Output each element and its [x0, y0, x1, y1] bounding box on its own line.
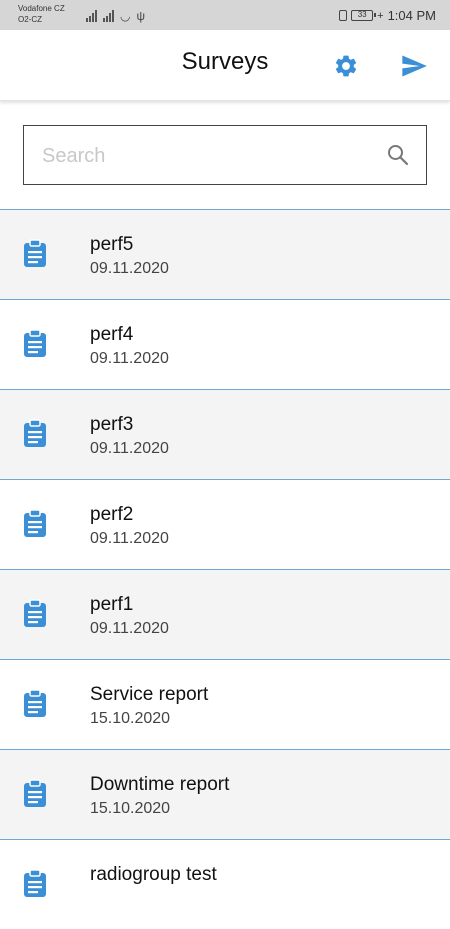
- survey-date: 09.11.2020: [90, 620, 169, 637]
- send-button[interactable]: [400, 52, 428, 80]
- survey-date: 15.10.2020: [90, 800, 171, 817]
- vibrate-icon: [339, 10, 348, 21]
- list-item[interactable]: perf2 09.11.2020: [0, 479, 450, 569]
- survey-date: 09.11.2020: [90, 350, 169, 367]
- carrier-info: Vodafone CZ O2-CZ: [18, 3, 65, 25]
- send-icon: [402, 55, 427, 77]
- battery-icon: 33: [351, 10, 377, 21]
- survey-name: perf1: [90, 594, 134, 615]
- status-icons-left: ◡ ψ: [86, 8, 145, 22]
- page-title: Surveys: [181, 48, 269, 75]
- gear-icon: [335, 55, 357, 77]
- settings-button[interactable]: [332, 52, 360, 80]
- search-input[interactable]: [40, 138, 374, 174]
- status-icons-right: 33 + 1:04 PM: [339, 8, 436, 23]
- clock: 1:04 PM: [387, 8, 436, 23]
- clipboard-icon: [24, 689, 46, 717]
- survey-date: 15.10.2020: [90, 710, 171, 727]
- clipboard-icon: [24, 419, 46, 447]
- survey-list: perf5 09.11.2020 perf4 09.11.2020 perf3 …: [0, 209, 450, 929]
- search-box[interactable]: [23, 125, 427, 185]
- survey-name: perf3: [90, 414, 134, 435]
- list-item[interactable]: Service report 15.10.2020: [0, 659, 450, 749]
- survey-name: perf4: [90, 324, 134, 345]
- survey-name: perf2: [90, 504, 134, 525]
- list-item[interactable]: perf3 09.11.2020: [0, 389, 450, 479]
- list-item[interactable]: perf5 09.11.2020: [0, 209, 450, 299]
- wifi-icon: ◡: [120, 9, 131, 23]
- clipboard-icon: [24, 599, 46, 627]
- app-header: Surveys: [0, 30, 450, 101]
- clipboard-icon: [24, 509, 46, 537]
- list-item[interactable]: radiogroup test: [0, 839, 450, 929]
- list-item[interactable]: Downtime report 15.10.2020: [0, 749, 450, 839]
- status-bar: Vodafone CZ O2-CZ ◡ ψ 33 + 1:04 PM: [0, 0, 450, 30]
- list-item[interactable]: perf1 09.11.2020: [0, 569, 450, 659]
- survey-name: perf5: [90, 234, 134, 255]
- usb-icon: ψ: [136, 9, 146, 23]
- survey-name: Downtime report: [90, 774, 230, 795]
- battery-level: 33: [357, 10, 367, 19]
- survey-date: 09.11.2020: [90, 440, 169, 457]
- list-item[interactable]: perf4 09.11.2020: [0, 299, 450, 389]
- survey-name: Service report: [90, 684, 209, 705]
- signal-icon: [103, 10, 114, 22]
- survey-date: 09.11.2020: [90, 260, 169, 277]
- clipboard-icon: [24, 869, 46, 897]
- search-icon[interactable]: [386, 143, 410, 167]
- carrier-name-1: Vodafone CZ: [18, 4, 65, 13]
- signal-icon: [86, 10, 97, 22]
- charging-icon: +: [377, 9, 384, 22]
- clipboard-icon: [24, 329, 46, 357]
- clipboard-icon: [24, 779, 46, 807]
- survey-date: 09.11.2020: [90, 530, 169, 547]
- survey-name: radiogroup test: [90, 864, 217, 885]
- clipboard-icon: [24, 239, 46, 267]
- carrier-name-2: O2-CZ: [18, 15, 42, 24]
